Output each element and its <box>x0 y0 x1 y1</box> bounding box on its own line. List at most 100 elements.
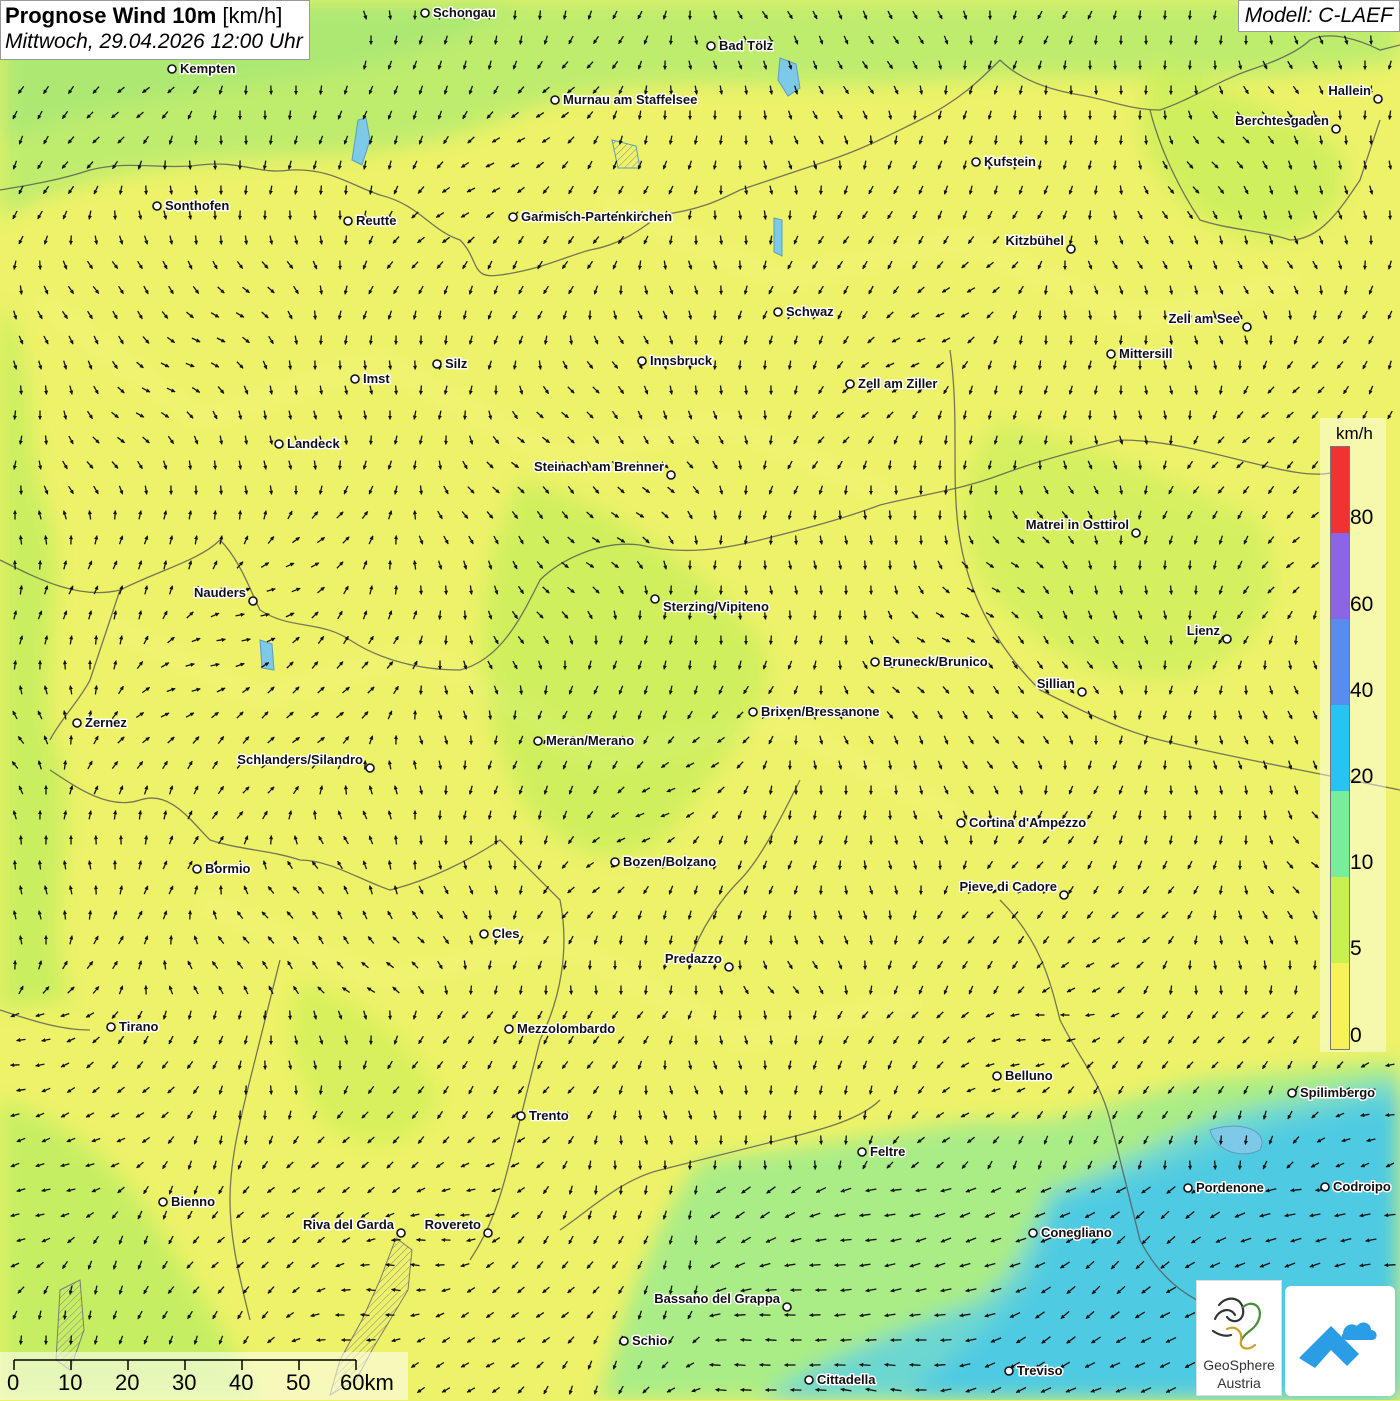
city-marker[interactable] <box>651 595 659 603</box>
city-marker[interactable] <box>344 217 352 225</box>
legend-tick: 40 <box>1350 679 1373 703</box>
city-marker[interactable] <box>783 1303 791 1311</box>
legend-tick: 20 <box>1350 765 1373 789</box>
legend-unit: km/h <box>1336 424 1373 444</box>
legend-seg-80 <box>1331 447 1349 533</box>
city-marker[interactable] <box>1060 891 1068 899</box>
city-marker[interactable] <box>846 380 854 388</box>
city-label: Sonthofen <box>165 198 229 213</box>
city-marker[interactable] <box>73 719 81 727</box>
city-marker[interactable] <box>957 819 965 827</box>
city-marker[interactable] <box>1184 1184 1192 1192</box>
city-marker[interactable] <box>1288 1089 1296 1097</box>
legend-seg-40 <box>1331 619 1349 705</box>
city-label: Treviso <box>1017 1363 1063 1378</box>
city-marker[interactable] <box>168 65 176 73</box>
city-label: Spilimbergo <box>1300 1085 1375 1100</box>
city-marker[interactable] <box>1132 529 1140 537</box>
city-label: Riva del Garda <box>303 1217 395 1232</box>
city-label: Kufstein <box>984 154 1036 169</box>
legend-tick: 5 <box>1350 937 1362 961</box>
app-logo[interactable] <box>1285 1286 1395 1396</box>
city-marker[interactable] <box>193 865 201 873</box>
city-label: Feltre <box>870 1144 905 1159</box>
scale-label: 10 <box>58 1370 82 1396</box>
city-label: Murnau am Staffelsee <box>563 92 697 107</box>
city-marker[interactable] <box>1243 323 1251 331</box>
city-marker[interactable] <box>749 708 757 716</box>
city-label: Cortina d'Ampezzo <box>969 815 1086 830</box>
city-marker[interactable] <box>1321 1183 1329 1191</box>
city-marker[interactable] <box>858 1148 866 1156</box>
city-marker[interactable] <box>611 858 619 866</box>
city-label: Silz <box>445 356 468 371</box>
city-marker[interactable] <box>551 96 559 104</box>
legend-seg-10 <box>1331 791 1349 877</box>
city-marker[interactable] <box>1332 125 1340 133</box>
city-marker[interactable] <box>159 1198 167 1206</box>
city-label: Landeck <box>287 436 341 451</box>
city-marker[interactable] <box>107 1023 115 1031</box>
city-label: Bassano del Grappa <box>654 1291 780 1306</box>
city-label: Zernez <box>85 715 127 730</box>
city-marker[interactable] <box>484 1229 492 1237</box>
model-label: Modell: C-LAEF <box>1238 0 1400 32</box>
city-marker[interactable] <box>1374 95 1382 103</box>
city-label: Lienz <box>1187 623 1221 638</box>
city-label: Innsbruck <box>650 353 713 368</box>
city-marker[interactable] <box>725 963 733 971</box>
geosphere-logo[interactable]: GeoSphere Austria <box>1196 1280 1282 1396</box>
city-marker[interactable] <box>805 1376 813 1384</box>
city-marker[interactable] <box>774 308 782 316</box>
mountain-cloud-icon <box>1285 1286 1395 1396</box>
city-label: Bienno <box>171 1194 215 1209</box>
city-marker[interactable] <box>1067 245 1075 253</box>
city-marker[interactable] <box>433 360 441 368</box>
scale-label: 60km <box>340 1370 394 1396</box>
city-marker[interactable] <box>993 1072 1001 1080</box>
city-label: Bad Tölz <box>719 38 774 53</box>
city-label: Tirano <box>119 1019 159 1034</box>
city-label: Zell am Ziller <box>858 376 937 391</box>
city-label: Sillian <box>1037 676 1075 691</box>
city-marker[interactable] <box>509 213 517 221</box>
city-label: Schio <box>632 1333 667 1348</box>
city-marker[interactable] <box>638 357 646 365</box>
city-marker[interactable] <box>397 1229 405 1237</box>
city-marker[interactable] <box>534 737 542 745</box>
city-marker[interactable] <box>480 930 488 938</box>
wind-forecast-map[interactable]: SchongauBad TölzKemptenMurnau am Staffel… <box>0 0 1400 1400</box>
city-marker[interactable] <box>1005 1367 1013 1375</box>
city-marker[interactable] <box>153 202 161 210</box>
city-label: Brixen/Bressanone <box>761 704 880 719</box>
city-label: Cittadella <box>817 1372 876 1387</box>
city-marker[interactable] <box>1029 1229 1037 1237</box>
legend-seg-0 <box>1331 963 1349 1049</box>
city-marker[interactable] <box>1078 688 1086 696</box>
city-marker[interactable] <box>505 1025 513 1033</box>
city-label: Mittersill <box>1119 346 1172 361</box>
city-marker[interactable] <box>366 764 374 772</box>
city-label: Reutte <box>356 213 396 228</box>
city-marker[interactable] <box>249 597 257 605</box>
city-marker[interactable] <box>517 1112 525 1120</box>
city-marker[interactable] <box>275 440 283 448</box>
city-label: Pieve di Cadore <box>959 879 1057 894</box>
city-label: Imst <box>363 371 390 386</box>
city-marker[interactable] <box>707 42 715 50</box>
city-marker[interactable] <box>1223 635 1231 643</box>
city-label: Belluno <box>1005 1068 1053 1083</box>
city-marker[interactable] <box>871 658 879 666</box>
color-legend: km/h 80 60 40 20 10 5 0 <box>1320 418 1386 1052</box>
legend-seg-60 <box>1331 533 1349 619</box>
city-marker[interactable] <box>1107 350 1115 358</box>
city-marker[interactable] <box>351 375 359 383</box>
scale-label: 20 <box>115 1370 139 1396</box>
city-marker[interactable] <box>421 9 429 17</box>
legend-tick: 10 <box>1350 851 1373 875</box>
legend-colorbar <box>1330 446 1350 1050</box>
city-marker[interactable] <box>667 471 675 479</box>
city-label: Pordenone <box>1196 1180 1264 1195</box>
city-marker[interactable] <box>620 1337 628 1345</box>
city-marker[interactable] <box>972 158 980 166</box>
